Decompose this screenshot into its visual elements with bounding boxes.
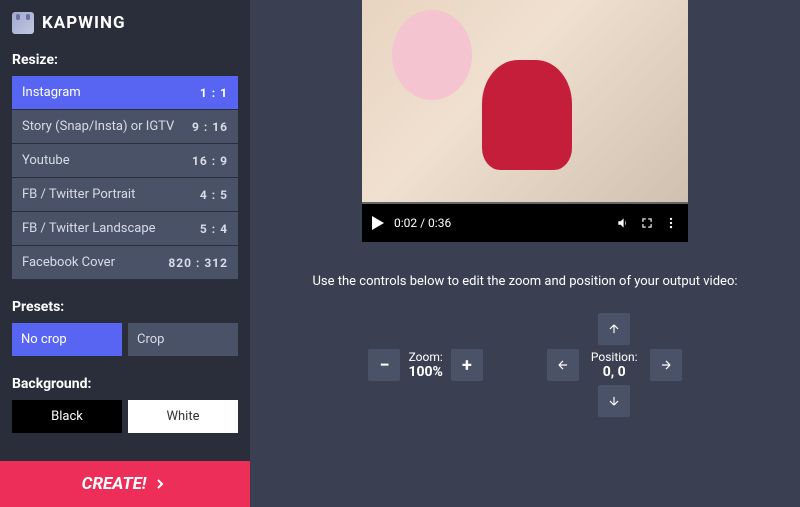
resize-list: Instagram 1 : 1 Story (Snap/Insta) or IG… bbox=[12, 76, 238, 279]
position-display: Position: 0, 0 bbox=[583, 350, 646, 380]
background-black-button[interactable]: Black bbox=[12, 400, 122, 433]
resize-item-label: Story (Snap/Insta) or IGTV bbox=[22, 119, 174, 134]
position-right-button[interactable] bbox=[650, 349, 682, 381]
resize-item-label: FB / Twitter Portrait bbox=[22, 187, 135, 202]
resize-item-story[interactable]: Story (Snap/Insta) or IGTV 9 : 16 bbox=[12, 110, 238, 143]
resize-label: Resize: bbox=[12, 52, 238, 68]
position-group: Position: 0, 0 bbox=[547, 313, 682, 417]
zoom-value: 100% bbox=[408, 364, 442, 380]
resize-item-label: Instagram bbox=[22, 85, 81, 100]
resize-item-fb-cover[interactable]: Facebook Cover 820 : 312 bbox=[12, 246, 238, 279]
more-icon[interactable] bbox=[664, 216, 678, 230]
resize-item-ratio: 16 : 9 bbox=[192, 154, 228, 168]
main-area: 0:02 / 0:36 Use the controls below to ed… bbox=[250, 0, 800, 507]
brand-logo-icon bbox=[12, 12, 34, 34]
video-time: 0:02 / 0:36 bbox=[394, 216, 451, 230]
zoom-label: Zoom: bbox=[408, 350, 442, 364]
resize-item-ratio: 4 : 5 bbox=[200, 188, 228, 202]
zoom-display: Zoom: 100% bbox=[408, 350, 442, 380]
resize-item-label: FB / Twitter Landscape bbox=[22, 221, 156, 236]
position-label: Position: bbox=[591, 350, 638, 364]
resize-item-ratio: 820 : 312 bbox=[168, 256, 228, 270]
video-progress[interactable] bbox=[362, 202, 688, 204]
position-up-button[interactable] bbox=[598, 313, 630, 345]
fullscreen-icon[interactable] bbox=[640, 216, 654, 230]
help-text: Use the controls below to edit the zoom … bbox=[312, 274, 737, 289]
position-value: 0, 0 bbox=[591, 364, 638, 380]
background-row: Black White bbox=[12, 400, 238, 433]
play-icon[interactable] bbox=[372, 216, 384, 230]
resize-item-ratio: 9 : 16 bbox=[192, 120, 228, 134]
controls-row: − Zoom: 100% + Position: 0, 0 bbox=[368, 313, 681, 417]
video-player[interactable]: 0:02 / 0:36 bbox=[362, 0, 688, 242]
brand: KAPWING bbox=[12, 12, 238, 34]
background-label: Background: bbox=[12, 376, 238, 392]
resize-item-fb-landscape[interactable]: FB / Twitter Landscape 5 : 4 bbox=[12, 212, 238, 245]
resize-item-fb-portrait[interactable]: FB / Twitter Portrait 4 : 5 bbox=[12, 178, 238, 211]
position-down-button[interactable] bbox=[598, 385, 630, 417]
resize-item-ratio: 5 : 4 bbox=[200, 222, 228, 236]
resize-item-ratio: 1 : 1 bbox=[200, 86, 228, 100]
position-left-button[interactable] bbox=[547, 349, 579, 381]
video-controls: 0:02 / 0:36 bbox=[362, 204, 688, 242]
zoom-in-button[interactable]: + bbox=[451, 349, 483, 381]
presets-row: No crop Crop bbox=[12, 323, 238, 356]
resize-item-instagram[interactable]: Instagram 1 : 1 bbox=[12, 76, 238, 109]
create-button[interactable]: CREATE! bbox=[0, 461, 250, 507]
preset-crop-button[interactable]: Crop bbox=[128, 323, 238, 356]
background-white-button[interactable]: White bbox=[128, 400, 238, 433]
volume-icon[interactable] bbox=[616, 216, 630, 230]
zoom-out-button[interactable]: − bbox=[368, 349, 400, 381]
sidebar: KAPWING Resize: Instagram 1 : 1 Story (S… bbox=[0, 0, 250, 507]
video-frame bbox=[362, 0, 688, 204]
brand-name: KAPWING bbox=[42, 13, 126, 33]
resize-item-label: Youtube bbox=[22, 153, 70, 168]
presets-label: Presets: bbox=[12, 299, 238, 315]
zoom-group: − Zoom: 100% + bbox=[368, 349, 482, 381]
preset-nocrop-button[interactable]: No crop bbox=[12, 323, 122, 356]
resize-item-label: Facebook Cover bbox=[22, 255, 115, 270]
create-button-label: CREATE! bbox=[82, 474, 147, 494]
resize-item-youtube[interactable]: Youtube 16 : 9 bbox=[12, 144, 238, 177]
chevron-right-icon bbox=[152, 476, 168, 492]
